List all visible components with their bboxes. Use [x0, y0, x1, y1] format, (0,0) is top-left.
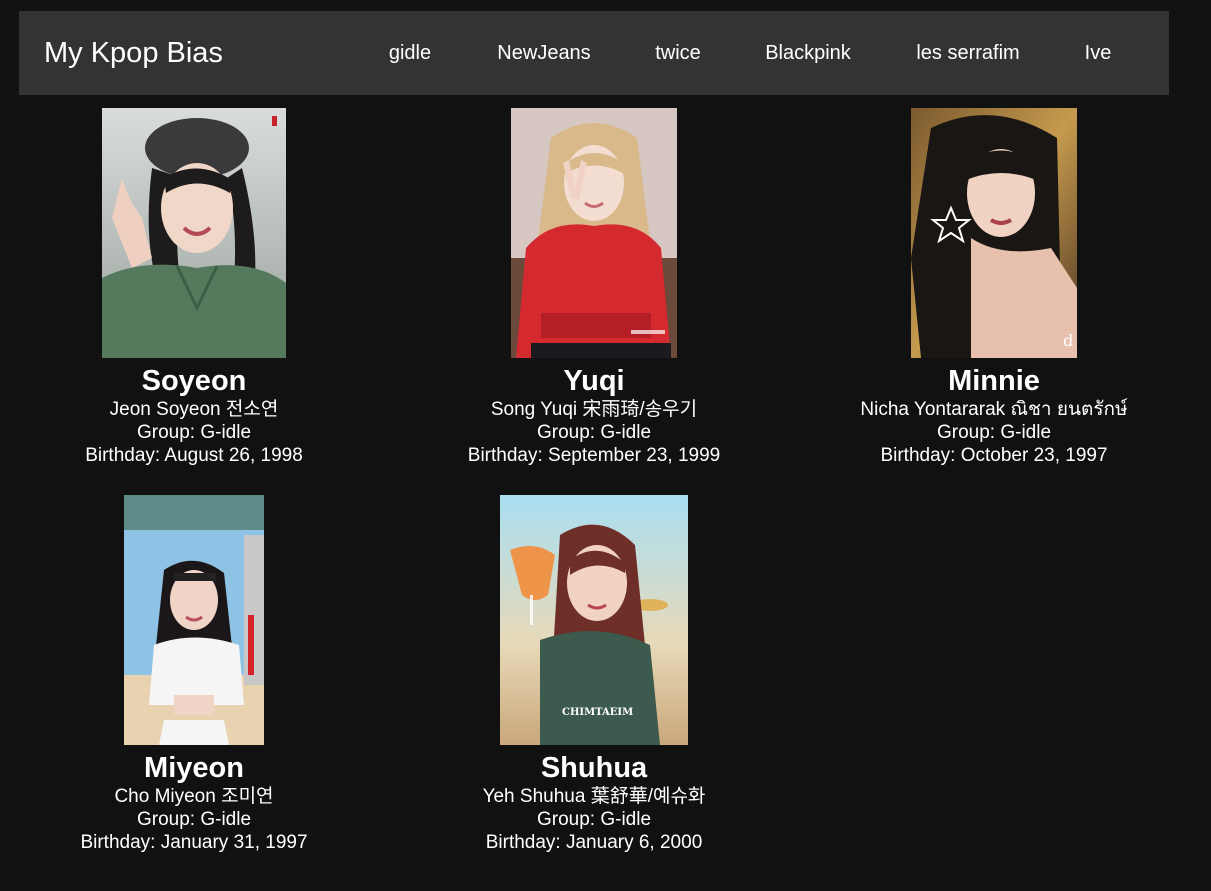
member-birthday: Birthday: October 23, 1997	[880, 445, 1108, 466]
member-group: Group: G-idle	[936, 422, 1052, 443]
yuqi-photo	[511, 108, 677, 358]
member-name: Soyeon	[141, 365, 247, 397]
brand-title[interactable]: My Kpop Bias	[44, 11, 223, 95]
member-full-name: Song Yuqi 宋雨琦/송우기	[490, 399, 698, 420]
member-card: CHIMTAEIM Shuhua Yeh Shuhua 葉舒華/예슈화 Grou…	[404, 495, 784, 854]
minnie-photo: d	[911, 108, 1077, 358]
member-birthday: Birthday: September 23, 1999	[467, 445, 721, 466]
member-group: Group: G-idle	[536, 422, 652, 443]
nav-link-ive[interactable]: Ive	[1085, 11, 1112, 95]
miyeon-photo	[124, 495, 264, 745]
member-full-name: Cho Miyeon 조미연	[114, 786, 274, 807]
svg-text:CHIMTAEIM: CHIMTAEIM	[562, 707, 633, 718]
soyeon-photo	[102, 108, 286, 358]
nav-link-les-serrafim[interactable]: les serrafim	[916, 11, 1019, 95]
nav-link-newjeans[interactable]: NewJeans	[497, 11, 590, 95]
member-name: Shuhua	[540, 752, 648, 784]
member-card: Yuqi Song Yuqi 宋雨琦/송우기 Group: G-idle Bir…	[404, 108, 784, 467]
member-card: d Minnie Nicha Yontararak ณิชา ยนตรักษ์ …	[804, 108, 1184, 467]
member-group: Group: G-idle	[136, 422, 252, 443]
member-full-name: Nicha Yontararak ณิชา ยนตรักษ์	[860, 399, 1128, 420]
nav-link-twice[interactable]: twice	[655, 11, 701, 95]
member-birthday: Birthday: January 31, 1997	[80, 832, 308, 853]
member-card: Soyeon Jeon Soyeon 전소연 Group: G-idle Bir…	[4, 108, 384, 467]
nav-link-blackpink[interactable]: Blackpink	[765, 11, 851, 95]
member-name: Yuqi	[563, 365, 625, 397]
member-full-name: Jeon Soyeon 전소연	[109, 399, 279, 420]
nav-link-gidle[interactable]: gidle	[389, 11, 431, 95]
member-name: Minnie	[948, 365, 1040, 397]
member-birthday: Birthday: January 6, 2000	[485, 832, 703, 853]
member-full-name: Yeh Shuhua 葉舒華/예슈화	[482, 786, 706, 807]
member-group: Group: G-idle	[536, 809, 652, 830]
shuhua-photo: CHIMTAEIM	[500, 495, 688, 745]
navbar: My Kpop Bias gidle NewJeans twice Blackp…	[19, 11, 1169, 95]
member-card: Miyeon Cho Miyeon 조미연 Group: G-idle Birt…	[4, 495, 384, 854]
member-name: Miyeon	[144, 752, 244, 784]
member-group: Group: G-idle	[136, 809, 252, 830]
member-birthday: Birthday: August 26, 1998	[85, 445, 303, 466]
svg-text:d: d	[1063, 331, 1073, 350]
